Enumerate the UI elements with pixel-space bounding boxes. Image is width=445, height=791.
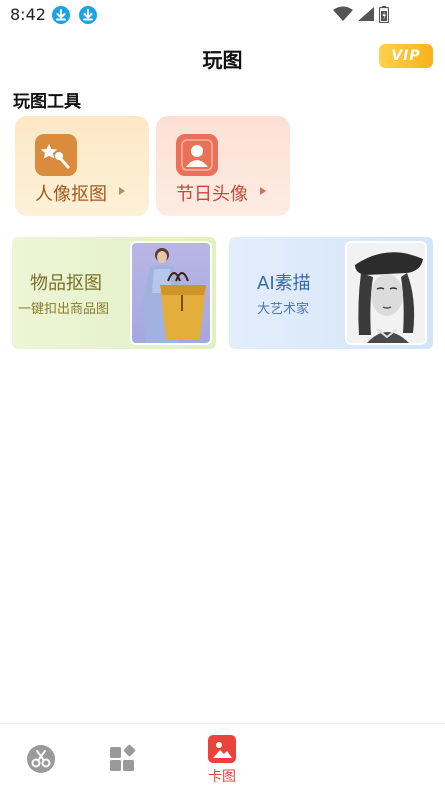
object-cutout-card[interactable]: 物品抠图 一键扣出商品图	[12, 237, 216, 349]
portrait-cutout-card[interactable]: 人像抠图	[15, 116, 149, 216]
feature-title: AI素描	[257, 273, 311, 294]
magic-wand-icon	[35, 134, 77, 176]
arrow-right-icon	[260, 187, 266, 195]
feature-title: 物品抠图	[30, 273, 102, 294]
download-icon	[79, 6, 97, 24]
image-icon	[208, 735, 236, 763]
bottom-nav: 卡图	[0, 723, 445, 791]
tool-label: 人像抠图	[35, 184, 107, 205]
festival-avatar-card[interactable]: 节日头像	[156, 116, 290, 216]
download-icon	[52, 6, 70, 24]
nav-tab-label: 卡图	[208, 769, 236, 785]
nav-tab-card-image[interactable]: 卡图	[202, 724, 242, 791]
tool-label: 节日头像	[176, 184, 248, 205]
grid-icon	[110, 744, 136, 771]
nav-tab-tools[interactable]	[104, 724, 144, 791]
wifi-icon	[333, 6, 353, 21]
arrow-right-icon	[119, 187, 125, 195]
avatar-icon	[176, 134, 218, 176]
scissors-icon	[27, 745, 55, 773]
section-title: 玩图工具	[13, 92, 81, 112]
woman-with-handbag-image	[130, 241, 212, 345]
battery-icon	[379, 6, 389, 23]
ai-sketch-card[interactable]: AI素描 大艺术家	[229, 237, 433, 349]
cell-signal-icon	[358, 7, 374, 21]
title-bar: 玩图 VIP	[0, 38, 445, 78]
vip-button[interactable]: VIP	[379, 44, 433, 68]
sketch-portrait-image	[345, 241, 427, 345]
feature-subtitle: 一键扣出商品图	[18, 302, 110, 317]
feature-subtitle: 大艺术家	[257, 302, 310, 317]
status-time: 8:42	[10, 5, 46, 24]
status-bar: 8:42	[0, 0, 445, 30]
nav-tab-cutout[interactable]	[22, 724, 62, 791]
